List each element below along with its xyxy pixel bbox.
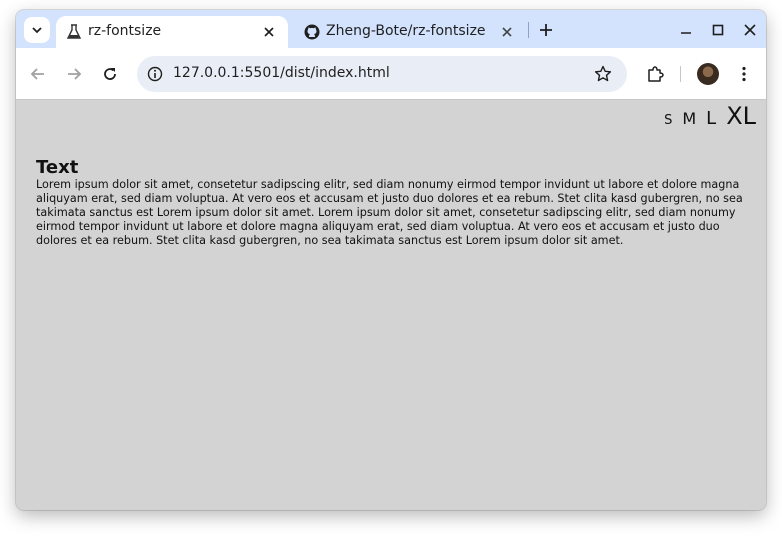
reload-button[interactable] bbox=[98, 62, 122, 86]
tab-divider bbox=[528, 22, 529, 38]
tab-search-button[interactable] bbox=[24, 17, 50, 43]
maximize-button[interactable] bbox=[708, 20, 728, 40]
github-icon bbox=[304, 24, 320, 40]
menu-button[interactable] bbox=[732, 62, 756, 86]
font-size-xl-button[interactable]: XL bbox=[726, 104, 756, 128]
maximize-icon bbox=[712, 24, 724, 36]
forward-button[interactable] bbox=[62, 62, 86, 86]
font-size-switcher: S M L XL bbox=[654, 104, 756, 128]
arrow-left-icon bbox=[30, 68, 44, 80]
tab-github-repo[interactable]: Zheng-Bote/rz-fontsize bbox=[294, 16, 526, 48]
toolbar-divider bbox=[680, 66, 681, 82]
page-content: S M L XL Text Lorem ipsum dolor sit amet… bbox=[16, 100, 766, 510]
browser-window: rz-fontsize Zheng-Bote/rz-fontsize 127.0… bbox=[16, 10, 766, 510]
close-icon[interactable] bbox=[500, 25, 514, 39]
extensions-button[interactable] bbox=[643, 62, 667, 86]
tab-strip: rz-fontsize Zheng-Bote/rz-fontsize bbox=[16, 10, 766, 48]
minimize-icon bbox=[681, 32, 691, 34]
body-text: Lorem ipsum dolor sit amet, consetetur s… bbox=[36, 178, 743, 247]
chevron-down-icon bbox=[32, 27, 42, 34]
info-icon[interactable] bbox=[145, 64, 165, 84]
reload-icon bbox=[104, 68, 116, 80]
font-size-m-button[interactable]: M bbox=[682, 111, 696, 127]
font-size-l-button[interactable]: L bbox=[706, 110, 716, 128]
close-window-button[interactable] bbox=[740, 20, 760, 40]
puzzle-icon bbox=[648, 66, 664, 82]
new-tab-button[interactable] bbox=[536, 20, 556, 40]
arrow-right-icon bbox=[68, 68, 82, 80]
tab-title: Zheng-Bote/rz-fontsize bbox=[326, 23, 486, 39]
tab-title: rz-fontsize bbox=[88, 23, 162, 39]
minimize-button[interactable] bbox=[676, 20, 696, 40]
star-icon[interactable] bbox=[593, 64, 613, 84]
close-icon bbox=[744, 24, 756, 36]
flask-icon bbox=[66, 24, 82, 40]
plus-icon bbox=[540, 24, 552, 36]
more-vert-icon bbox=[742, 66, 746, 82]
browser-toolbar: 127.0.0.1:5501/dist/index.html bbox=[16, 48, 766, 100]
tab-rz-fontsize[interactable]: rz-fontsize bbox=[56, 16, 288, 48]
font-size-s-button[interactable]: S bbox=[664, 114, 672, 127]
page-heading: Text bbox=[36, 157, 79, 178]
url-text[interactable]: 127.0.0.1:5501/dist/index.html bbox=[173, 65, 390, 81]
back-button[interactable] bbox=[26, 62, 50, 86]
close-icon[interactable] bbox=[262, 25, 276, 39]
article: Text Lorem ipsum dolor sit amet, consete… bbox=[36, 158, 748, 248]
avatar[interactable] bbox=[697, 63, 719, 85]
address-bar[interactable]: 127.0.0.1:5501/dist/index.html bbox=[137, 56, 627, 92]
